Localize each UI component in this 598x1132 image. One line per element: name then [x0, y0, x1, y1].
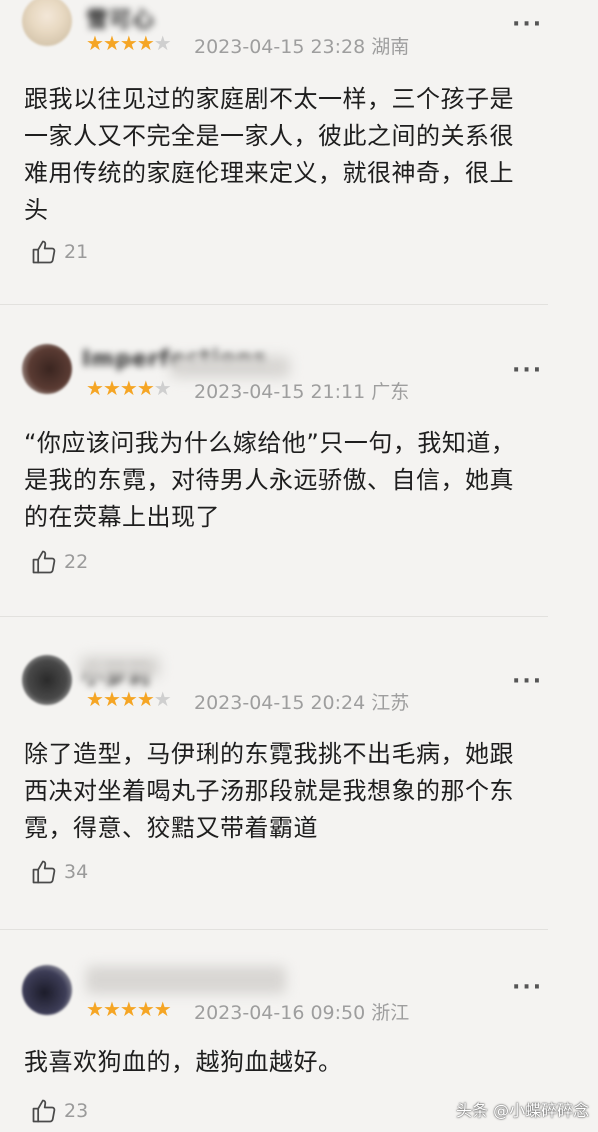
review-date: 2023-04-15 20:24	[194, 692, 366, 714]
star-rating: ★★★★★	[86, 997, 172, 1021]
like-button[interactable]: 34	[24, 857, 88, 887]
more-dots-icon[interactable]: ···	[512, 360, 543, 382]
star-filled-icon: ★	[136, 31, 155, 55]
more-dots-icon[interactable]: ···	[512, 671, 543, 693]
username-redaction	[170, 356, 290, 378]
review-text: 除了造型，马伊琍的东霓我挑不出毛病，她跟西决对坐着喝丸子汤那段就是我想象的那个东…	[24, 740, 514, 842]
star-filled-icon: ★	[153, 997, 172, 1021]
avatar[interactable]	[22, 0, 72, 46]
star-empty-icon: ★	[153, 376, 172, 400]
username[interactable]: 雪可心	[86, 2, 155, 33]
review-meta: 2023-04-15 23:28 湖南	[194, 32, 409, 59]
review-date: 2023-04-16 09:50	[194, 1002, 366, 1024]
star-filled-icon: ★	[86, 997, 104, 1021]
thumbs-up-icon	[30, 858, 58, 886]
thumbs-up-icon	[30, 238, 58, 266]
star-filled-icon: ★	[102, 687, 121, 711]
review-location: 湖南	[371, 36, 410, 58]
star-empty-icon: ★	[153, 687, 172, 711]
review-text: “你应该问我为什么嫁给他”只一句，我知道，是我的东霓，对待男人永远骄傲、自信，她…	[24, 429, 516, 531]
star-rating: ★★★★★	[86, 687, 172, 711]
review-location: 广东	[371, 381, 410, 403]
star-filled-icon: ★	[119, 997, 138, 1021]
star-filled-icon: ★	[136, 687, 155, 711]
divider	[0, 929, 548, 930]
star-rating: ★★★★★	[86, 31, 172, 55]
like-button[interactable]: 22	[24, 547, 88, 577]
star-filled-icon: ★	[136, 376, 155, 400]
divider	[0, 616, 548, 617]
star-filled-icon: ★	[102, 31, 121, 55]
star-empty-icon: ★	[153, 31, 172, 55]
star-filled-icon: ★	[119, 31, 138, 55]
username-redaction	[80, 656, 160, 678]
like-button[interactable]: 23	[24, 1096, 88, 1126]
like-count: 22	[64, 551, 89, 573]
avatar[interactable]	[22, 344, 72, 394]
like-count: 23	[64, 1100, 89, 1122]
star-filled-icon: ★	[119, 687, 138, 711]
star-filled-icon: ★	[102, 376, 121, 400]
review-meta: 2023-04-15 20:24 江苏	[194, 688, 409, 715]
review-text: 我喜欢狗血的，越狗血越好。	[24, 1048, 343, 1076]
star-filled-icon: ★	[86, 687, 104, 711]
thumbs-up-icon	[30, 548, 58, 576]
review-location: 江苏	[371, 692, 410, 714]
watermark: 头条 @小蝶碎碎念	[456, 1101, 590, 1120]
username-redaction	[86, 966, 286, 994]
avatar[interactable]	[22, 655, 72, 705]
star-filled-icon: ★	[86, 31, 104, 55]
star-filled-icon: ★	[136, 997, 155, 1021]
more-dots-icon[interactable]: ···	[512, 977, 543, 999]
review-text: 跟我以往见过的家庭剧不太一样，三个孩子是一家人又不完全是一家人，彼此之间的关系很…	[24, 85, 514, 224]
review-date: 2023-04-15 21:11	[194, 381, 366, 403]
like-count: 21	[64, 241, 89, 263]
star-filled-icon: ★	[119, 376, 138, 400]
star-filled-icon: ★	[86, 376, 104, 400]
review-location: 浙江	[371, 1002, 410, 1024]
like-button[interactable]: 21	[24, 237, 88, 267]
star-rating: ★★★★★	[86, 376, 172, 400]
review-meta: 2023-04-15 21:11 广东	[194, 377, 409, 404]
thumbs-up-icon	[30, 1097, 58, 1125]
star-filled-icon: ★	[102, 997, 121, 1021]
review-date: 2023-04-15 23:28	[194, 36, 366, 58]
review-meta: 2023-04-16 09:50 浙江	[194, 998, 409, 1025]
avatar[interactable]	[22, 965, 72, 1015]
more-dots-icon[interactable]: ···	[512, 14, 543, 36]
like-count: 34	[64, 861, 89, 883]
divider	[0, 304, 548, 305]
